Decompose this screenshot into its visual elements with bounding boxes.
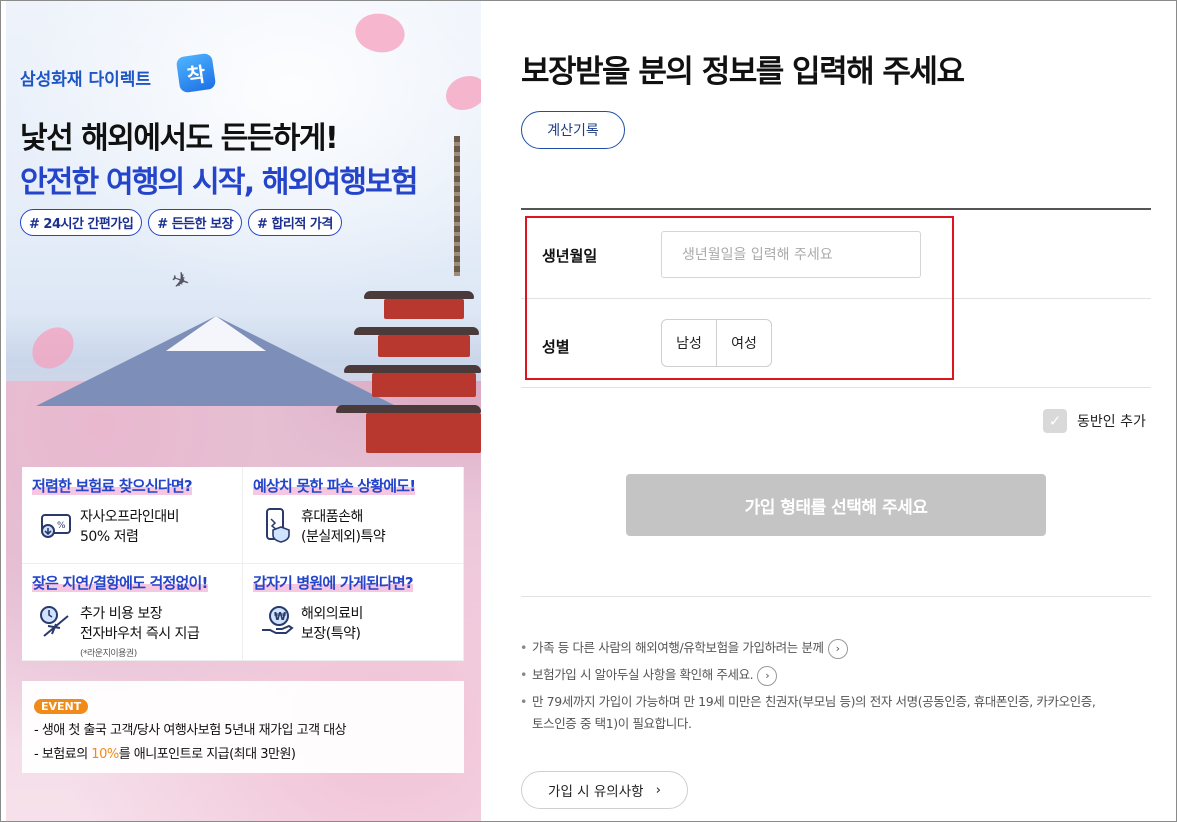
svg-text:%: %	[57, 521, 66, 531]
caution-button[interactable]: 가입 시 유의사항 ›	[521, 771, 688, 809]
banner-headline: 낯선 해외에서도 든든하게!	[20, 121, 339, 156]
page-title: 보장받을 분의 정보를 입력해 주세요	[521, 54, 965, 90]
feature-body: 추가 비용 보장 전자바우처 즉시 지급 (*라운지이용권)	[80, 604, 200, 664]
tag: # 24시간 간편가입	[20, 209, 143, 236]
banner-subheadline: 안전한 여행의 시작, 해외여행보험	[20, 165, 419, 200]
chevron-right-icon[interactable]: ›	[757, 665, 778, 686]
note-text: 가족 등 다른 사람의 해외여행/유학보험을 가입하려는 분께	[532, 640, 824, 655]
note-text: 만 79세까지 가입이 가능하며 만 19세 미만은 친권자(부모님 등)의 전…	[532, 694, 1096, 709]
feature-title: 저렴한 보험료 찾으신다면?	[32, 477, 193, 495]
feature-body: 휴대품손해 (분실제외)특약	[301, 507, 386, 547]
feature-line: 추가 비용 보장	[80, 606, 163, 622]
hand-coin-icon: ₩	[262, 606, 294, 634]
feature-title: 갑자기 병원에 가게된다면?	[253, 574, 414, 592]
event-line: - 보험료의 10%를 애니포인트로 지급(최대 3만원)	[34, 743, 452, 762]
event-badge: EVENT	[34, 699, 89, 714]
feature-line: 50% 저렴	[80, 529, 139, 545]
event-box: EVENT - 생애 첫 출국 고객/당사 여행사보험 5년내 재가입 고객 대…	[22, 681, 464, 773]
brand-badge-icon: 착	[175, 52, 217, 94]
section-divider	[521, 596, 1151, 597]
feature-grid: 저렴한 보험료 찾으신다면? % 자사오프라인대비 50% 저렴 예상치 못한 …	[22, 467, 464, 661]
highlight-box	[525, 216, 954, 380]
select-plan-button[interactable]: 가입 형태를 선택해 주세요	[626, 474, 1046, 536]
feature-card: 예상치 못한 파손 상황에도! 휴대품손해 (분실제외)특약	[243, 467, 464, 564]
brand-name: 삼성화재 다이렉트	[20, 70, 152, 90]
note-item: 보험가입 시 알아두실 사항을 확인해 주세요.›	[520, 664, 1150, 686]
feature-card: 갑자기 병원에 가게된다면? ₩ 해외의료비 보장(특약)	[243, 564, 464, 661]
tag: # 든든한 보장	[148, 209, 243, 236]
feature-title: 예상치 못한 파손 상황에도!	[253, 477, 416, 495]
feature-line: 보장(특약)	[301, 626, 361, 642]
companion-label: 동반인 추가	[1077, 414, 1146, 430]
feature-line: 자사오프라인대비	[80, 509, 180, 525]
note-item: 가족 등 다른 사람의 해외여행/유학보험을 가입하려는 분께›	[520, 637, 1150, 659]
feature-body: 자사오프라인대비 50% 저렴	[80, 507, 180, 547]
discount-icon: %	[41, 514, 71, 538]
feature-tags: # 24시간 간편가입 # 든든한 보장 # 합리적 가격	[20, 209, 342, 236]
pagoda-illustration	[336, 136, 481, 471]
chevron-right-icon: ›	[655, 782, 661, 798]
feature-title: 잦은 지연/결항에도 걱정없이!	[32, 574, 208, 592]
feature-note: (*라운지이용권)	[80, 649, 137, 659]
note-text: 보험가입 시 알아두실 사항을 확인해 주세요.	[532, 667, 754, 682]
notes-list: 가족 등 다른 사람의 해외여행/유학보험을 가입하려는 분께› 보험가입 시 …	[520, 637, 1150, 740]
companion-option[interactable]: ✓ 동반인 추가	[1043, 409, 1146, 433]
feature-line: (분실제외)특약	[301, 529, 386, 545]
event-text: - 보험료의	[34, 747, 92, 762]
caution-label: 가입 시 유의사항	[548, 784, 644, 800]
tag: # 합리적 가격	[248, 209, 342, 236]
chevron-right-icon[interactable]: ›	[827, 638, 848, 659]
feature-line: 해외의료비	[301, 606, 363, 622]
feature-line: 휴대품손해	[301, 509, 363, 525]
feature-card: 잦은 지연/결항에도 걱정없이! 추가 비용 보장 전자바우처 즉시 지급 (*…	[22, 564, 243, 661]
event-line: - 생애 첫 출국 고객/당사 여행사보험 5년내 재가입 고객 대상	[34, 723, 347, 738]
airplane-clock-icon	[40, 606, 69, 637]
row-divider	[521, 387, 1151, 388]
form-top-divider	[521, 208, 1151, 210]
event-highlight: 10%	[91, 747, 119, 762]
feature-body: 해외의료비 보장(특약)	[301, 604, 363, 644]
svg-text:₩: ₩	[274, 610, 286, 623]
event-text: 를 애니포인트로 지급(최대 3만원)	[118, 747, 296, 762]
mountain-snowcap	[166, 316, 266, 351]
companion-checkbox[interactable]: ✓	[1043, 409, 1067, 433]
broken-phone-shield-icon	[266, 508, 290, 543]
feature-line: 전자바우처 즉시 지급	[80, 626, 200, 642]
note-text: 토스인증 중 택1)이 필요합니다.	[532, 716, 692, 731]
calc-history-button[interactable]: 계산기록	[521, 111, 625, 149]
feature-card: 저렴한 보험료 찾으신다면? % 자사오프라인대비 50% 저렴	[22, 467, 243, 564]
promo-banner: ✈ 삼성화재 다이렉트 착 낯선 해외에서도 든든하게! 안전한 여행의 시작,…	[6, 1, 481, 821]
note-item: 만 79세까지 가입이 가능하며 만 19세 미만은 친권자(부모님 등)의 전…	[520, 691, 1150, 735]
